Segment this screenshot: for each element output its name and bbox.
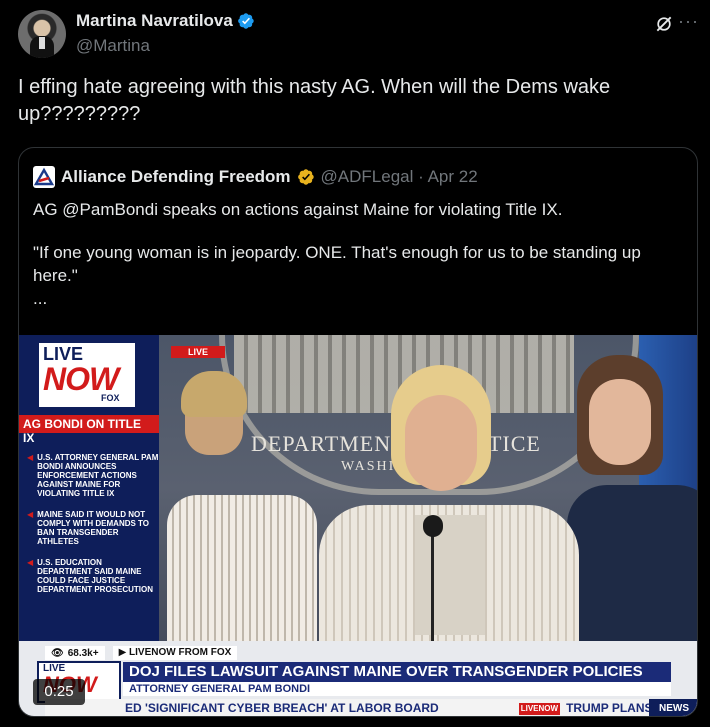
news-tag: NEWS <box>649 699 697 716</box>
stats-bar: 👁 68.3k+ ▶ LIVENOW FROM FOX <box>45 646 238 660</box>
from-fox-label: ▶ LIVENOW FROM FOX <box>112 646 238 660</box>
ticker-logo: LIVENOW <box>518 702 561 715</box>
person-left <box>167 371 317 695</box>
livenow-logo: LIVE NOW FOX <box>39 343 135 407</box>
grok-icon[interactable] <box>654 14 674 34</box>
sidebar-bullet: ◀ U.S. Education Department said Maine co… <box>27 558 154 594</box>
news-ticker: ED 'SIGNIFICANT CYBER BREACH' AT LABOR B… <box>45 699 697 716</box>
quoted-tweet[interactable]: Alliance Defending Freedom @ADFLegal · A… <box>18 147 698 717</box>
gold-verified-badge-icon <box>297 169 314 185</box>
author-name-row[interactable]: Martina Navratilova <box>76 11 255 31</box>
quoted-handle-date[interactable]: @ADFLegal · Apr 22 <box>321 167 478 187</box>
verified-badge-icon <box>237 13 254 29</box>
quoted-line-1: AG @PamBondi speaks on actions against M… <box>33 200 563 219</box>
author-handle[interactable]: @Martina <box>76 36 150 56</box>
ticker-left: ED 'SIGNIFICANT CYBER BREACH' AT LABOR B… <box>125 701 439 715</box>
view-count: 👁 68.3k+ <box>45 646 105 660</box>
author-avatar[interactable] <box>18 10 66 58</box>
quoted-line-2: "If one young woman is in jeopardy. ONE.… <box>33 243 641 285</box>
more-options-icon[interactable]: ··· <box>678 12 698 34</box>
eye-icon: 👁 <box>51 647 64 659</box>
quoted-text: AG @PamBondi speaks on actions against M… <box>33 198 683 310</box>
tweet-header: Martina Navratilova @Martina ··· <box>18 10 698 60</box>
lower-third: 👁 68.3k+ ▶ LIVENOW FROM FOX LIVE NOW DOJ… <box>19 641 697 716</box>
sidebar-bullet: ◀ Maine said it would not comply with dem… <box>27 510 150 546</box>
news-sidebar: LIVE NOW FOX AG BONDI ON TITLE IX ◀ U.S. … <box>19 335 159 645</box>
sidebar-bullets: ◀ U.S. Attorney General Pam Bondi announc… <box>27 453 159 606</box>
bullet-icon: ◀ <box>27 453 34 462</box>
news-headline: DOJ FILES LAWSUIT AGAINST MAINE OVER TRA… <box>123 662 671 682</box>
sidebar-title: AG BONDI ON TITLE IX <box>19 415 159 445</box>
bullet-icon: ◀ <box>27 510 34 519</box>
quoted-line-3: ... <box>33 289 48 308</box>
sidebar-bullet: ◀ U.S. Attorney General Pam Bondi announc… <box>27 453 159 498</box>
quoted-header: Alliance Defending Freedom @ADFLegal · A… <box>33 166 478 188</box>
video-player[interactable]: DEPARTMENT OF JUSTICE WASHI LIVE NOW FOX… <box>19 335 697 716</box>
author-display-name[interactable]: Martina Navratilova <box>76 11 233 31</box>
video-timer: 0:25 <box>33 679 85 705</box>
logo-fox-text: FOX <box>101 393 120 403</box>
adf-logo-icon[interactable] <box>33 166 55 188</box>
bullet-icon: ◀ <box>27 558 34 567</box>
live-pill: LIVE <box>171 346 225 358</box>
tweet-text: I effing hate agreeing with this nasty A… <box>18 76 611 125</box>
news-subhead: ATTORNEY GENERAL PAM BONDI <box>123 682 671 696</box>
quoted-display-name[interactable]: Alliance Defending Freedom <box>61 167 291 187</box>
